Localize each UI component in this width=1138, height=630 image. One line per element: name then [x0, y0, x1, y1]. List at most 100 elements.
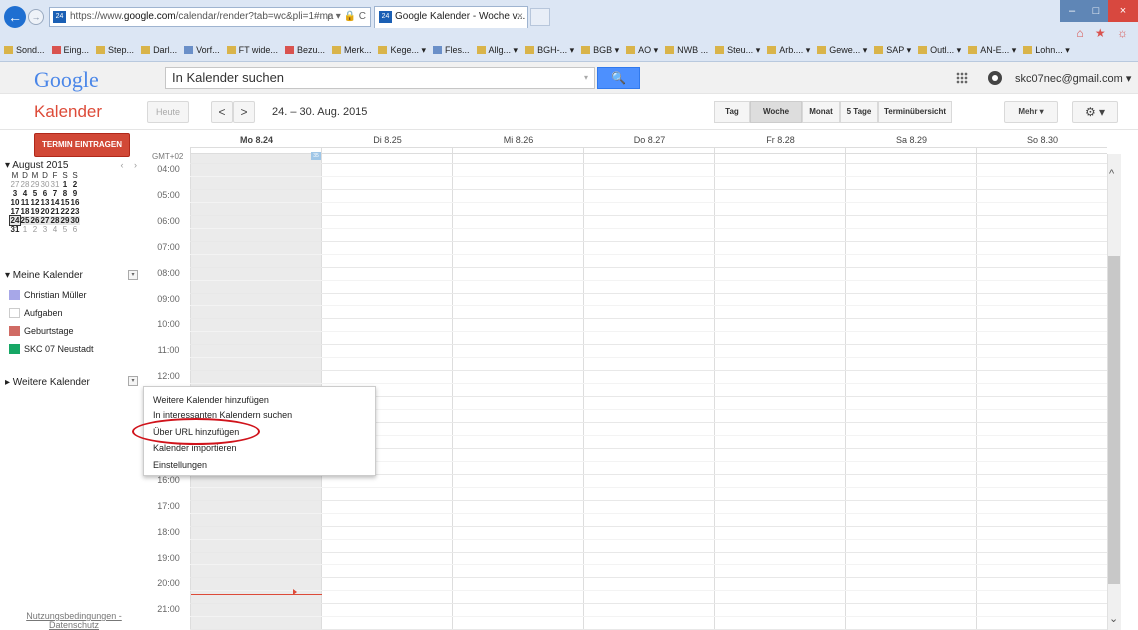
more-button[interactable]: Mehr ▾	[1004, 101, 1058, 123]
mini-calendar-month[interactable]: ▾ August 2015	[5, 160, 68, 171]
close-window-icon[interactable]: ×	[1108, 0, 1138, 22]
week-grid[interactable]: GMT+02 35 Mo 8.24 Di 8.25 Mi 8.26 Do 8.27 Fr…	[147, 130, 1107, 630]
mini-calendar-day[interactable]: 5	[30, 189, 40, 198]
minimize-icon[interactable]: –	[1060, 0, 1084, 22]
bookmark-item[interactable]: AO ▾	[626, 45, 658, 56]
mini-calendar-day[interactable]: 1	[60, 180, 70, 189]
scroll-up-icon[interactable]: ^	[1109, 168, 1114, 180]
day-column-header[interactable]: Sa 8.29	[846, 135, 977, 147]
bookmark-item[interactable]: Eing...	[51, 45, 89, 55]
new-tab-button[interactable]	[530, 8, 550, 26]
mini-calendar-day[interactable]: 8	[60, 189, 70, 198]
url-tail-icons[interactable]: ρ ▾ 🔒 C	[327, 8, 366, 26]
bookmark-item[interactable]: Steu... ▾	[715, 45, 760, 56]
day-column-header[interactable]: Mo 8.24	[191, 135, 322, 147]
today-button[interactable]: Heute	[147, 101, 189, 123]
menu-item-settings[interactable]: Einstellungen	[153, 458, 207, 472]
scroll-down-icon[interactable]: ⌄	[1109, 612, 1118, 625]
mini-calendar-day[interactable]: 29	[60, 216, 70, 225]
bookmark-item[interactable]: Bezu...	[284, 45, 325, 55]
calendar-color-swatch[interactable]	[9, 308, 20, 318]
bookmark-item[interactable]: Merk...	[331, 45, 371, 55]
bookmark-item[interactable]: Allg... ▾	[476, 45, 518, 56]
search-button[interactable]: 🔍	[597, 67, 640, 89]
mini-calendar-day[interactable]: 9	[70, 189, 80, 198]
bookmark-item[interactable]: BGH-... ▾	[525, 45, 574, 56]
bookmark-item[interactable]: Lohn... ▾	[1023, 45, 1070, 56]
back-arrow-icon[interactable]: ←	[4, 6, 26, 28]
day-column-header[interactable]: Mi 8.26	[453, 135, 584, 147]
day-column-header[interactable]: Di 8.25	[322, 135, 453, 147]
bookmark-item[interactable]: BGB ▾	[581, 45, 619, 56]
mini-calendar-day[interactable]: 5	[60, 225, 70, 234]
calendar-item[interactable]: Geburtstage	[9, 326, 74, 338]
view-week-button[interactable]: Woche	[750, 101, 802, 123]
mini-calendar-day[interactable]: 31	[50, 180, 60, 189]
mini-calendar-day[interactable]: 24	[9, 215, 21, 226]
search-dropdown-icon[interactable]: ▾	[584, 68, 588, 88]
mini-calendar-day[interactable]: 3	[40, 225, 50, 234]
view-month-button[interactable]: Monat	[802, 101, 840, 123]
mini-calendar-day[interactable]: 30	[70, 216, 80, 225]
day-column-header[interactable]: So 8.30	[977, 135, 1107, 147]
other-calendars-menu-button[interactable]: ▾	[128, 376, 138, 386]
bookmark-item[interactable]: Vorf...	[184, 45, 220, 55]
tab-close-icon[interactable]: ×	[517, 7, 523, 27]
mini-calendar-day[interactable]: 6	[70, 225, 80, 234]
day-column-header[interactable]: Fr 8.28	[715, 135, 846, 147]
mini-calendar-day[interactable]: 19	[30, 207, 40, 216]
mini-calendar-day[interactable]: 26	[30, 216, 40, 225]
all-day-row[interactable]	[190, 147, 1107, 154]
mini-calendar-day[interactable]: 20	[40, 207, 50, 216]
mini-calendar-day[interactable]: 31	[10, 225, 20, 234]
bookmark-item[interactable]: SAP ▾	[874, 45, 911, 56]
mini-calendar-day[interactable]: 29	[30, 180, 40, 189]
notifications-icon[interactable]	[988, 71, 1002, 85]
mini-calendar-day[interactable]: 28	[50, 216, 60, 225]
mini-calendar-day[interactable]: 28	[20, 180, 30, 189]
calendar-color-swatch[interactable]	[9, 326, 20, 336]
bookmark-item[interactable]: Darl...	[141, 45, 177, 55]
mini-calendar-day[interactable]: 11	[20, 198, 30, 207]
mini-calendar-day[interactable]: 17	[10, 207, 20, 216]
view-5days-button[interactable]: 5 Tage	[840, 101, 878, 123]
bookmark-item[interactable]: Fles...	[433, 45, 470, 55]
scrollbar-thumb[interactable]	[1108, 256, 1120, 584]
calendar-item[interactable]: Aufgaben	[9, 308, 63, 320]
bookmark-item[interactable]: Gewe... ▾	[817, 45, 867, 56]
my-calendars-menu-button[interactable]: ▾	[128, 270, 138, 280]
prev-week-button[interactable]: <	[211, 101, 233, 123]
mini-calendar-day[interactable]: 4	[20, 189, 30, 198]
bookmark-item[interactable]: NWB ...	[665, 45, 708, 55]
account-menu[interactable]: skc07nec@gmail.com ▾	[1015, 72, 1131, 85]
maximize-icon[interactable]: □	[1084, 0, 1108, 22]
mini-calendar-day[interactable]: 1	[20, 225, 30, 234]
calendar-item[interactable]: SKC 07 Neustadt	[9, 344, 94, 356]
mini-calendar-day[interactable]: 18	[20, 207, 30, 216]
mini-calendar-day[interactable]: 3	[10, 189, 20, 198]
calendar-color-swatch[interactable]	[9, 290, 20, 300]
search-input[interactable]: In Kalender suchen ▾	[165, 67, 595, 89]
my-calendars-heading[interactable]: ▾ Meine Kalender	[5, 270, 83, 281]
mini-calendar-day[interactable]: 15	[60, 198, 70, 207]
forward-arrow-icon[interactable]: →	[28, 9, 44, 25]
mini-calendar-day[interactable]: 6	[40, 189, 50, 198]
mini-calendar-day[interactable]: 25	[20, 216, 30, 225]
bookmark-item[interactable]: Kege... ▾	[378, 45, 426, 56]
view-day-button[interactable]: Tag	[714, 101, 750, 123]
mini-calendar-day[interactable]: 16	[70, 198, 80, 207]
bookmark-item[interactable]: Sond...	[4, 45, 45, 55]
mini-calendar-header[interactable]: ▾ August 2015 ‹ ›	[5, 160, 145, 171]
mini-calendar-day[interactable]: 13	[40, 198, 50, 207]
next-week-button[interactable]: >	[233, 101, 255, 123]
bookmark-item[interactable]: FT wide...	[226, 45, 278, 55]
mini-calendar-day[interactable]: 12	[30, 198, 40, 207]
mini-calendar-day[interactable]: 27	[40, 216, 50, 225]
apps-grid-icon[interactable]	[956, 72, 968, 84]
create-event-button[interactable]: TERMIN EINTRAGEN	[34, 133, 130, 157]
mini-calendar-day[interactable]: 10	[10, 198, 20, 207]
gear-icon[interactable]: ⚙ ▾	[1072, 101, 1118, 123]
mini-calendar-day[interactable]: 27	[10, 180, 20, 189]
mini-calendar-day[interactable]: 21	[50, 207, 60, 216]
mini-calendar-day[interactable]: 23	[70, 207, 80, 216]
